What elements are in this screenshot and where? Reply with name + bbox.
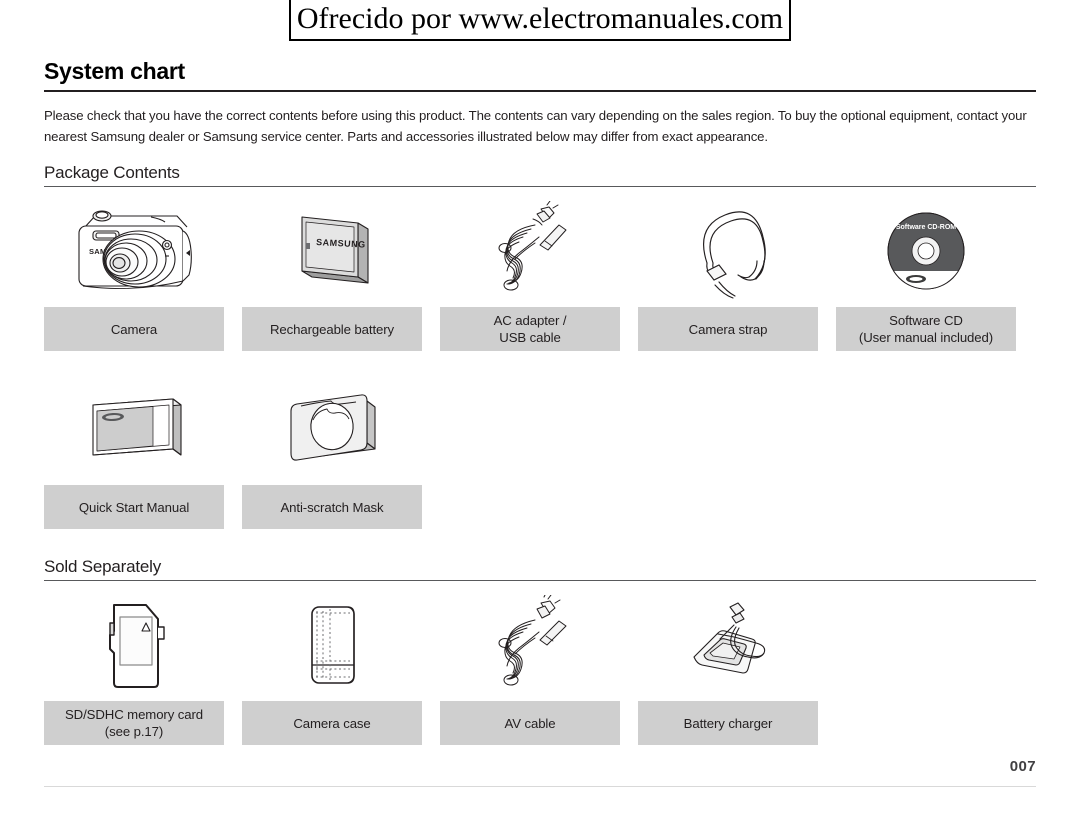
item-caption: AC adapter / USB cable bbox=[440, 307, 620, 351]
item-row: Quick Start Manual Anti-scratch Mask bbox=[44, 379, 1036, 529]
item-row: SAMSUNG bbox=[44, 201, 1036, 351]
battery-icon: SAMSUNG bbox=[242, 201, 422, 301]
camera-strap-icon bbox=[638, 201, 818, 301]
cd-label-text: Software CD-ROM bbox=[896, 224, 956, 231]
page-content: System chart Please check that you have … bbox=[44, 58, 1036, 745]
av-cable-icon bbox=[440, 595, 620, 695]
caption-line-1: Camera bbox=[110, 321, 158, 337]
item-sd-memory-card: SD/SDHC memory card (see p.17) bbox=[44, 595, 224, 745]
section-heading-sold-separately: Sold Separately bbox=[44, 557, 162, 576]
caption-line-1: Anti-scratch Mask bbox=[280, 499, 384, 515]
caption-line-1: Camera strap bbox=[688, 321, 768, 337]
item-caption: Camera case bbox=[242, 701, 422, 745]
item-av-cable: AV cable bbox=[440, 595, 620, 745]
caption-line-2: USB cable bbox=[499, 330, 561, 345]
software-cd-icon: Software CD-ROM bbox=[836, 201, 1016, 301]
caption-line-1: AV cable bbox=[504, 715, 556, 731]
camera-icon: SAMSUNG bbox=[44, 201, 224, 301]
item-placeholder bbox=[836, 595, 1016, 745]
caption-line-2: (User manual included) bbox=[858, 330, 994, 345]
caption-line-1: Battery charger bbox=[683, 715, 773, 731]
item-ac-adapter-usb-cable: AC adapter / USB cable bbox=[440, 201, 620, 351]
item-caption: Anti-scratch Mask bbox=[242, 485, 422, 529]
item-caption: Camera strap bbox=[638, 307, 818, 351]
item-quick-start-manual: Quick Start Manual bbox=[44, 379, 224, 529]
item-placeholder bbox=[638, 379, 818, 529]
item-caption: Software CD (User manual included) bbox=[836, 307, 1016, 351]
item-placeholder bbox=[836, 379, 1016, 529]
caption-line-1: Camera case bbox=[293, 715, 371, 731]
item-caption: SD/SDHC memory card (see p.17) bbox=[44, 701, 224, 745]
item-camera-strap: Camera strap bbox=[638, 201, 818, 351]
caption-line-1: AC adapter / bbox=[493, 313, 567, 328]
anti-scratch-mask-icon bbox=[242, 379, 422, 479]
item-row: SD/SDHC memory card (see p.17) Camera ca… bbox=[44, 595, 1036, 745]
item-camera: SAMSUNG bbox=[44, 201, 224, 351]
section-heading-package-contents: Package Contents bbox=[44, 163, 180, 182]
caption-line-1: Software CD bbox=[889, 313, 963, 328]
camera-case-icon bbox=[242, 595, 422, 695]
caption-line-1: Quick Start Manual bbox=[78, 499, 190, 515]
page-number: 007 bbox=[1009, 758, 1036, 775]
title-rule bbox=[44, 90, 1036, 92]
watermark-banner: Ofrecido por www.electromanuales.com bbox=[0, 0, 1080, 44]
section-rule bbox=[44, 186, 1036, 187]
item-camera-case: Camera case bbox=[242, 595, 422, 745]
watermark-text: Ofrecido por www.electromanuales.com bbox=[288, 0, 792, 41]
caption-line-2: (see p.17) bbox=[104, 724, 164, 739]
quick-start-manual-icon bbox=[44, 379, 224, 479]
intro-paragraph: Please check that you have the correct c… bbox=[44, 108, 1027, 144]
ac-adapter-usb-cable-icon bbox=[440, 201, 620, 301]
item-rechargeable-battery: SAMSUNG Rechargeable battery bbox=[242, 201, 422, 351]
item-placeholder bbox=[440, 379, 620, 529]
battery-charger-icon bbox=[638, 595, 818, 695]
item-caption: Camera bbox=[44, 307, 224, 351]
sd-card-icon bbox=[44, 595, 224, 695]
footer-rule bbox=[44, 786, 1036, 787]
item-battery-charger: Battery charger bbox=[638, 595, 818, 745]
section-rule bbox=[44, 580, 1036, 581]
page-title: System chart bbox=[44, 58, 185, 84]
item-caption: Rechargeable battery bbox=[242, 307, 422, 351]
item-caption: Battery charger bbox=[638, 701, 818, 745]
row-spacer bbox=[44, 535, 1036, 557]
row-spacer bbox=[44, 357, 1036, 379]
item-software-cd: Software CD-ROM Software CD (User manual… bbox=[836, 201, 1016, 351]
item-caption: AV cable bbox=[440, 701, 620, 745]
caption-line-1: SD/SDHC memory card bbox=[64, 707, 204, 722]
item-anti-scratch-mask: Anti-scratch Mask bbox=[242, 379, 422, 529]
item-caption: Quick Start Manual bbox=[44, 485, 224, 529]
manual-page: System chart Please check that you have … bbox=[0, 44, 1080, 751]
caption-line-1: Rechargeable battery bbox=[269, 321, 395, 337]
